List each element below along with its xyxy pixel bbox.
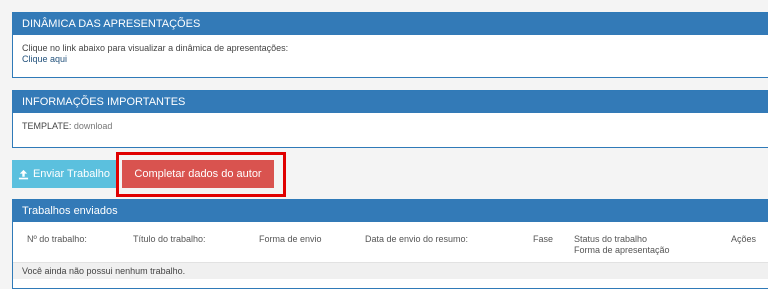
column-status: Status do trabalho Forma de apresentação <box>574 234 670 256</box>
completar-dados-autor-button[interactable]: Completar dados do autor <box>122 160 274 188</box>
dinamica-panel-title: DINÂMICA DAS APRESENTAÇÕES <box>13 13 768 35</box>
column-titulo: Título do trabalho: <box>133 234 206 244</box>
enviar-trabalho-label: Enviar Trabalho <box>32 168 111 180</box>
empty-table-message: Você ainda não possui nenhum trabalho. <box>13 262 768 279</box>
column-forma-apresentacao-label: Forma de apresentação <box>574 245 670 255</box>
dinamica-panel: DINÂMICA DAS APRESENTAÇÕES Clique no lin… <box>12 12 768 78</box>
informacoes-panel-title: INFORMAÇÕES IMPORTANTES <box>13 91 768 113</box>
column-status-label: Status do trabalho <box>574 234 648 244</box>
enviar-trabalho-button[interactable]: Enviar Trabalho <box>12 160 116 188</box>
trabalhos-panel-title: Trabalhos enviados <box>13 200 768 222</box>
table-header: Nº do trabalho: Título do trabalho: Form… <box>13 222 768 262</box>
informacoes-panel: INFORMAÇÕES IMPORTANTES TEMPLATE: downlo… <box>12 90 768 148</box>
column-fase: Fase <box>533 234 554 244</box>
template-download-link[interactable]: download <box>74 121 113 131</box>
template-label: TEMPLATE: <box>22 121 72 131</box>
upload-icon <box>18 169 29 179</box>
dinamica-link[interactable]: Clique aqui <box>22 54 762 65</box>
trabalhos-panel: Trabalhos enviados Nº do trabalho: Títul… <box>12 199 768 289</box>
column-data-envio: Data de envio do resumo: <box>365 234 469 244</box>
column-numero: Nº do trabalho: <box>27 234 87 244</box>
column-forma-envio: Forma de envio <box>259 234 322 244</box>
dinamica-instruction: Clique no link abaixo para visualizar a … <box>22 43 289 53</box>
column-acoes: Ações <box>731 234 757 244</box>
